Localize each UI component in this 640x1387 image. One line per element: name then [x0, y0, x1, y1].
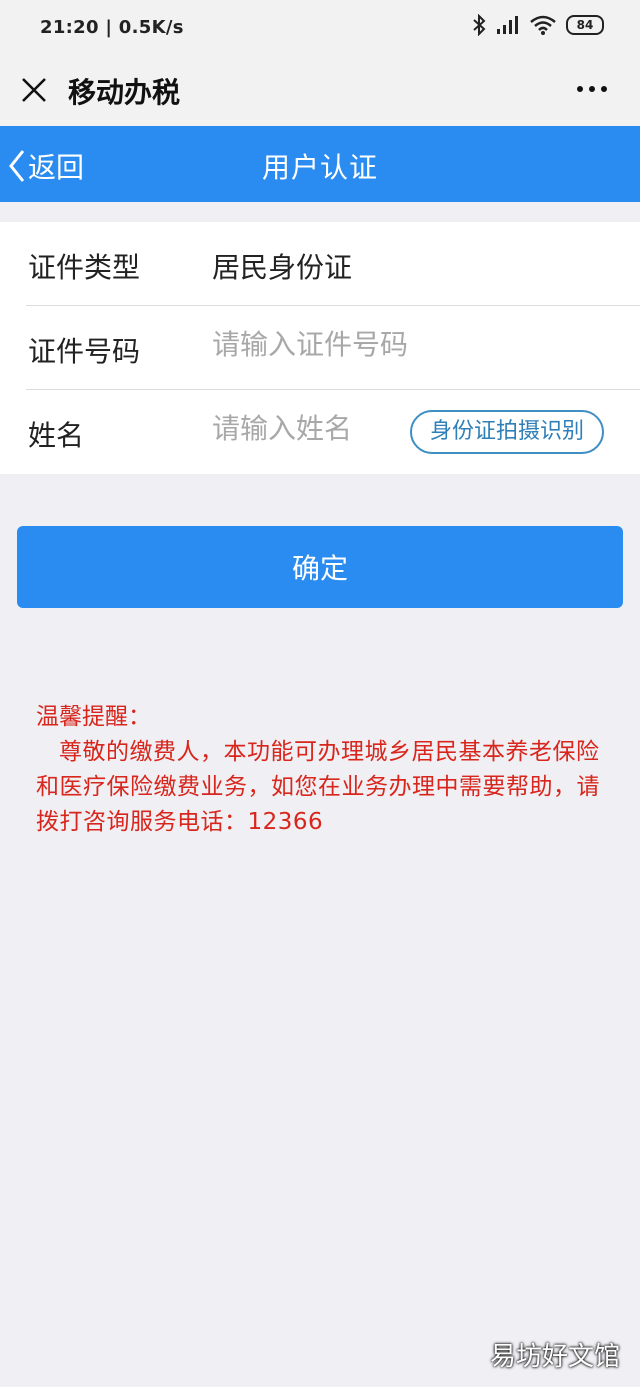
signal-icon	[497, 16, 518, 34]
name-input[interactable]	[212, 412, 402, 445]
id-type-label: 证件类型	[28, 251, 141, 284]
notice: 温馨提醒： 尊敬的缴费人，本功能可办理城乡居民基本养老保险和医疗保险缴费业务，如…	[36, 700, 611, 840]
nav-bar: 返回 用户认证	[0, 126, 640, 202]
status-time: 21:20 | 0.5K/s	[40, 17, 184, 38]
bluetooth-icon	[473, 14, 486, 36]
watermark: 易坊好文馆	[489, 1342, 620, 1372]
id-number-label: 证件号码	[28, 335, 141, 368]
name-row: 姓名 身份证拍摄识别	[0, 390, 640, 474]
notice-title: 温馨提醒：	[36, 704, 151, 730]
app-title: 移动办税	[68, 76, 181, 109]
id-type-row[interactable]: 证件类型 居民身份证	[0, 222, 640, 306]
more-button[interactable]	[572, 74, 612, 104]
status-bar: 21:20 | 0.5K/s 84	[0, 0, 640, 54]
battery-icon: 84	[566, 15, 604, 35]
id-type-value[interactable]: 居民身份证	[212, 246, 402, 286]
page-title: 用户认证	[261, 151, 378, 184]
auth-form: 证件类型 居民身份证 证件号码 姓名 身份证拍摄识别	[0, 222, 640, 474]
status-icons: 84	[472, 14, 604, 36]
notice-body: 尊敬的缴费人，本功能可办理城乡居民基本养老保险和医疗保险缴费业务，如您在业务办理…	[36, 739, 600, 835]
confirm-button[interactable]: 确定	[17, 526, 623, 608]
name-label: 姓名	[28, 419, 85, 452]
close-icon	[22, 78, 46, 102]
id-number-row: 证件号码	[0, 306, 640, 390]
id-scan-button[interactable]: 身份证拍摄识别	[410, 410, 605, 454]
title-bar: 移动办税	[0, 54, 640, 126]
id-number-input[interactable]	[212, 328, 472, 361]
wifi-icon	[530, 15, 556, 35]
more-icon	[577, 86, 607, 92]
close-button[interactable]	[16, 72, 52, 108]
